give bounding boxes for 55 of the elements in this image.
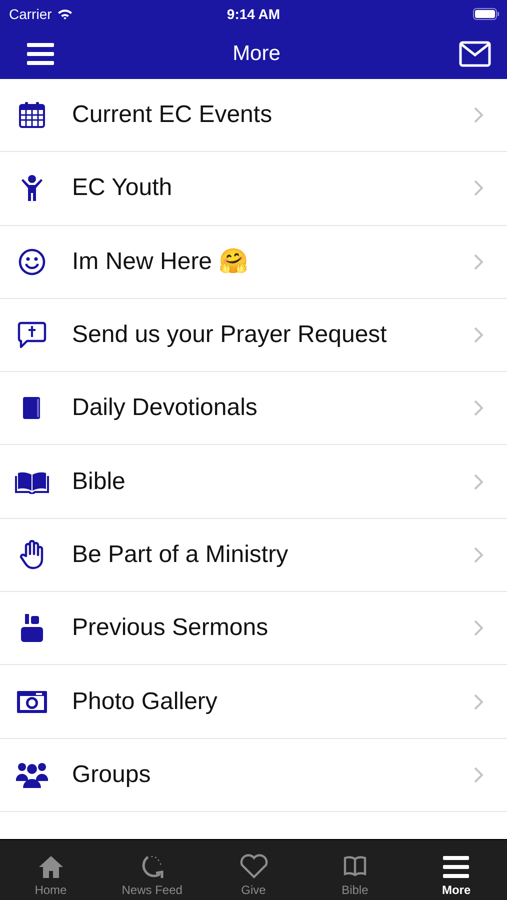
menu-label: Groups bbox=[72, 760, 152, 789]
open-book-icon bbox=[342, 855, 368, 879]
menu-label: Current EC Events bbox=[72, 101, 274, 130]
menu-label: Bible bbox=[72, 468, 126, 496]
chevron-icon bbox=[474, 400, 483, 416]
chevron-icon bbox=[474, 620, 483, 636]
home-icon bbox=[38, 855, 64, 879]
carrier-name: Carrier bbox=[9, 6, 52, 22]
menu-row[interactable]: Im New Here 🤗 bbox=[0, 226, 507, 299]
menu-row[interactable]: Be Part of a Ministry bbox=[0, 518, 507, 592]
speech-bubble-icon bbox=[17, 321, 47, 350]
tab-item[interactable]: Give bbox=[202, 840, 304, 900]
tab-item[interactable]: Home bbox=[0, 840, 102, 900]
person-icon bbox=[21, 174, 43, 202]
chevron-icon bbox=[474, 474, 483, 490]
tab-item[interactable]: Bible bbox=[304, 840, 406, 900]
menu-row[interactable]: Groups bbox=[0, 738, 507, 812]
menu-row[interactable]: Previous Sermons bbox=[0, 592, 507, 666]
chevron-icon bbox=[474, 180, 483, 196]
menu-label: Im New Here 🤗 bbox=[72, 247, 250, 276]
calendar-icon bbox=[18, 101, 46, 130]
battery-icon bbox=[473, 8, 500, 20]
hand-icon bbox=[19, 540, 45, 570]
chevron-icon bbox=[474, 107, 483, 124]
menu-label: Previous Sermons bbox=[72, 614, 270, 642]
wifi-icon bbox=[56, 8, 73, 20]
menu-row[interactable]: EC Youth bbox=[0, 152, 507, 226]
menu-row[interactable]: Daily Devotionals bbox=[0, 372, 507, 446]
menu-row[interactable]: Current EC Events bbox=[0, 79, 507, 152]
menu-icon bbox=[443, 855, 470, 879]
nav-title: More bbox=[232, 42, 280, 66]
menu-icon[interactable] bbox=[27, 42, 54, 64]
tab-item[interactable]: More bbox=[406, 840, 507, 900]
chevron-icon bbox=[474, 546, 483, 563]
chevron-icon bbox=[474, 254, 483, 270]
menu-row[interactable]: Photo Gallery bbox=[0, 665, 507, 739]
chevron-icon bbox=[474, 327, 483, 344]
book-icon bbox=[22, 396, 42, 420]
smiley-icon bbox=[18, 248, 46, 276]
status-time: 9:14 AM bbox=[226, 6, 280, 22]
mail-icon[interactable] bbox=[458, 40, 491, 66]
menu-label: Photo Gallery bbox=[72, 688, 218, 716]
menu-label: Be Part of a Ministry bbox=[72, 540, 290, 569]
chevron-icon bbox=[474, 766, 483, 783]
open-book-icon bbox=[15, 470, 49, 494]
group-icon bbox=[16, 760, 48, 789]
menu-label: Daily Devotionals bbox=[72, 394, 258, 422]
chevron-icon bbox=[474, 694, 483, 710]
menu-label: EC Youth bbox=[72, 174, 174, 202]
menu-label: Send us your Prayer Request bbox=[72, 321, 388, 350]
menu-row[interactable]: Bible bbox=[0, 445, 507, 519]
heart-icon bbox=[238, 853, 269, 879]
camera-icon bbox=[16, 688, 48, 715]
tab-item[interactable]: News Feed bbox=[101, 840, 203, 900]
menu-row[interactable]: Send us your Prayer Request bbox=[0, 298, 507, 372]
